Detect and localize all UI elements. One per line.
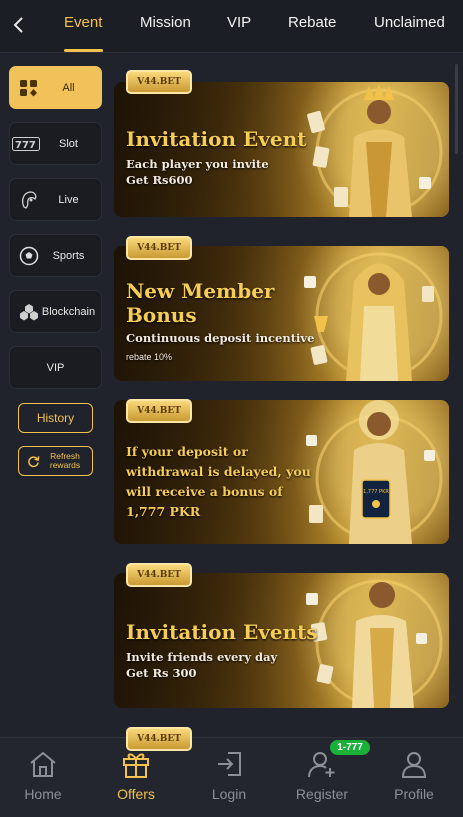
nav-login[interactable]: Login xyxy=(183,738,275,817)
chevron-left-icon xyxy=(13,17,23,33)
register-bonus-badge: 1-777 xyxy=(330,740,370,755)
refresh-icon xyxy=(28,455,40,467)
sidebar-item-slot[interactable]: 777 Slot xyxy=(9,122,102,165)
sidebar-item-label: Sports xyxy=(52,249,85,262)
promo-figure-king xyxy=(307,84,443,217)
banner-title: Invitation Event xyxy=(126,127,307,151)
sidebar-item-label: Live xyxy=(58,193,79,206)
brand-tag: V44.BET xyxy=(126,727,192,751)
brand-tag: V44.BET xyxy=(126,563,192,587)
nav-label: Register xyxy=(295,786,349,802)
grid-cards-icon xyxy=(18,79,40,97)
banner-line: withdrawal is delayed, you xyxy=(126,464,311,479)
banner-line: Invite friends every day xyxy=(126,650,278,664)
tab-unclaimed[interactable]: Unclaimed xyxy=(374,14,445,31)
svg-text:777: 777 xyxy=(15,140,36,151)
active-tab-indicator xyxy=(64,49,103,52)
profile-icon xyxy=(397,748,431,780)
sidebar-item-label: VIP xyxy=(46,361,65,374)
banner-title-line: Bonus xyxy=(126,303,197,327)
promo-figure-man-card: 1,777 PKR xyxy=(306,400,443,544)
refresh-rewards-button[interactable]: Refresh rewards xyxy=(18,446,93,476)
sidebar-item-sports[interactable]: Sports xyxy=(9,234,102,277)
banner-line: Continuous deposit incentive xyxy=(126,331,315,345)
blockchain-icon xyxy=(18,303,40,321)
sidebar-item-label: Blockchain xyxy=(41,305,96,318)
offers-screen: Event Mission VIP Rebate Unclaimed All 7… xyxy=(0,0,463,817)
banner-line: Get Rs600 xyxy=(126,173,193,187)
top-tab-bar: Event Mission VIP Rebate Unclaimed xyxy=(0,0,463,53)
tab-rebate[interactable]: Rebate xyxy=(288,14,336,31)
scrollbar[interactable] xyxy=(455,64,458,154)
banner-title: Invitation Events xyxy=(126,620,318,644)
banner-line: Each player you invite xyxy=(126,157,269,171)
home-icon xyxy=(26,748,60,780)
nav-profile[interactable]: Profile xyxy=(368,738,460,817)
banner-line: will receive a bonus of xyxy=(126,484,283,499)
slot-777-icon: 777 xyxy=(12,135,40,153)
back-button[interactable] xyxy=(8,12,28,38)
banner-line: If your deposit or xyxy=(126,444,248,459)
banner-note: rebate 10% xyxy=(126,352,173,362)
brand-tag: V44.BET xyxy=(126,236,192,260)
gift-icon xyxy=(119,748,153,780)
banner-line: Get Rs 300 xyxy=(126,666,197,680)
tab-event[interactable]: Event xyxy=(64,14,102,31)
promo-figure-queen xyxy=(304,252,443,381)
banner-line: 1,777 PKR xyxy=(126,504,201,519)
brand-tag: V44.BET xyxy=(126,399,192,423)
sidebar-item-label: Slot xyxy=(59,137,78,150)
nav-home[interactable]: Home xyxy=(0,738,89,817)
soccer-ball-icon xyxy=(18,246,40,266)
nav-label: Offers xyxy=(117,786,155,802)
sidebar-item-label: All xyxy=(62,81,75,94)
nav-label: Login xyxy=(211,786,247,802)
sidebar-item-vip[interactable]: VIP xyxy=(9,346,102,389)
login-icon xyxy=(212,748,246,780)
brand-tag: V44.BET xyxy=(126,70,192,94)
nav-label: Profile xyxy=(394,786,434,802)
sidebar-item-blockchain[interactable]: Blockchain xyxy=(9,290,102,333)
dealer-icon xyxy=(18,191,40,209)
sidebar-item-live[interactable]: Live xyxy=(9,178,102,221)
banner-title-line: New Member xyxy=(126,279,275,303)
card-amount: 1,777 PKR xyxy=(363,489,389,495)
tab-vip[interactable]: VIP xyxy=(227,14,251,31)
sidebar-item-all[interactable]: All xyxy=(9,66,102,109)
refresh-label-line2: rewards xyxy=(49,460,81,470)
nav-label: Home xyxy=(24,786,62,802)
history-button[interactable]: History xyxy=(18,403,93,433)
bottom-nav: Home Offers Login Register Profile xyxy=(0,737,463,817)
tab-mission[interactable]: Mission xyxy=(140,14,191,31)
